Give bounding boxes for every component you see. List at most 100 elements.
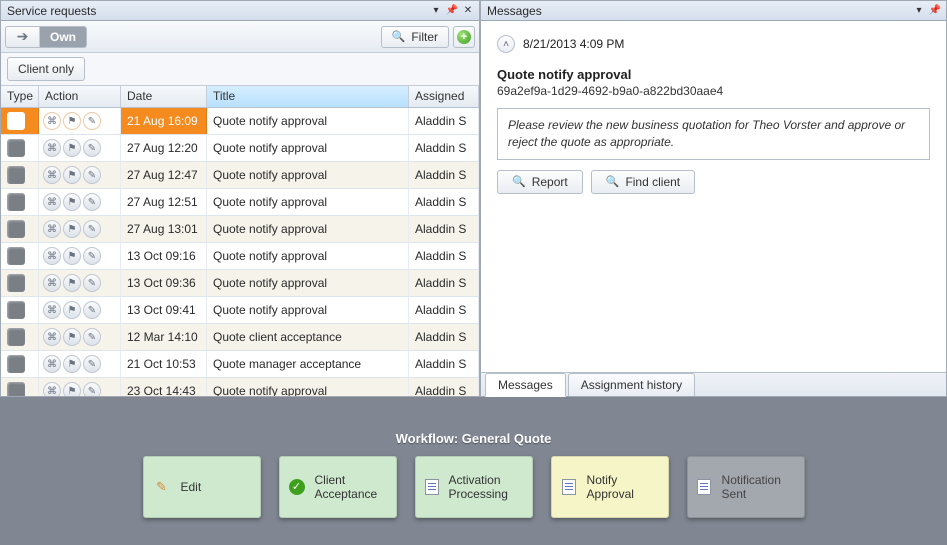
table-row[interactable]: ⌘⚑✎27 Aug 12:51Quote notify approvalAlad… — [1, 189, 479, 216]
tab-assignment-history[interactable]: Assignment history — [568, 373, 695, 396]
attachment-icon[interactable]: ⌘ — [43, 139, 61, 157]
table-row[interactable]: ⌘⚑✎21 Aug 16:09Quote notify approvalAlad… — [1, 108, 479, 135]
col-date[interactable]: Date — [121, 86, 207, 107]
workflow-cards: ✎ Edit ✓ Client Acceptance Activation Pr… — [143, 456, 805, 518]
report-label: Report — [532, 175, 568, 189]
flag-icon[interactable]: ⚑ — [63, 301, 81, 319]
attachment-icon[interactable]: ⌘ — [43, 382, 61, 396]
table-row[interactable]: ⌘⚑✎27 Aug 12:20Quote notify approvalAlad… — [1, 135, 479, 162]
workflow-card-client-acceptance[interactable]: ✓ Client Acceptance — [279, 456, 397, 518]
arrow-right-icon: ➔ — [6, 27, 40, 47]
cell-date: 27 Aug 12:47 — [121, 162, 207, 188]
edit-icon[interactable]: ✎ — [83, 247, 101, 265]
edit-icon[interactable]: ✎ — [83, 220, 101, 238]
flag-icon[interactable]: ⚑ — [63, 274, 81, 292]
flag-icon[interactable]: ⚑ — [63, 112, 81, 130]
cell-assigned: Aladdin S — [409, 162, 479, 188]
edit-icon[interactable]: ✎ — [83, 166, 101, 184]
find-client-button[interactable]: 🔍 Find client — [591, 170, 695, 194]
dropdown-icon[interactable]: ▾ — [912, 4, 926, 18]
add-button[interactable]: + — [453, 26, 475, 48]
document-icon — [425, 478, 439, 496]
attachment-icon[interactable]: ⌘ — [43, 274, 61, 292]
close-icon[interactable]: ✕ — [461, 4, 475, 18]
flag-icon[interactable]: ⚑ — [63, 328, 81, 346]
client-only-button[interactable]: Client only — [7, 57, 85, 81]
type-icon — [7, 139, 25, 157]
service-requests-title: Service requests — [7, 4, 96, 18]
attachment-icon[interactable]: ⌘ — [43, 193, 61, 211]
workflow-card-activation[interactable]: Activation Processing — [415, 456, 533, 518]
attachment-icon[interactable]: ⌘ — [43, 355, 61, 373]
filter-button[interactable]: 🔍 Filter — [381, 26, 449, 48]
edit-icon[interactable]: ✎ — [83, 355, 101, 373]
table-row[interactable]: ⌘⚑✎21 Oct 10:53Quote manager acceptanceA… — [1, 351, 479, 378]
attachment-icon[interactable]: ⌘ — [43, 328, 61, 346]
type-icon — [7, 247, 25, 265]
attachment-icon[interactable]: ⌘ — [43, 301, 61, 319]
find-client-label: Find client — [625, 175, 680, 189]
table-row[interactable]: ⌘⚑✎12 Mar 14:10Quote client acceptanceAl… — [1, 324, 479, 351]
col-assigned[interactable]: Assigned — [409, 86, 479, 107]
service-requests-header: Service requests ▾ 📌 ✕ — [1, 1, 479, 21]
col-title[interactable]: Title — [207, 86, 409, 107]
own-toggle[interactable]: ➔ Own — [5, 26, 87, 48]
cell-date: 13 Oct 09:16 — [121, 243, 207, 269]
messages-panel: Messages ▾ 📌 ˄ 8/21/2013 4:09 PM Quote n… — [480, 0, 947, 397]
cell-title: Quote notify approval — [207, 297, 409, 323]
pin-icon[interactable]: 📌 — [445, 4, 459, 18]
edit-icon[interactable]: ✎ — [83, 139, 101, 157]
table-row[interactable]: ⌘⚑✎23 Oct 14:43Quote notify approvalAlad… — [1, 378, 479, 396]
table-row[interactable]: ⌘⚑✎13 Oct 09:41Quote notify approvalAlad… — [1, 297, 479, 324]
report-button[interactable]: 🔍 Report — [497, 170, 583, 194]
cell-date: 12 Mar 14:10 — [121, 324, 207, 350]
cell-title: Quote manager acceptance — [207, 351, 409, 377]
table-row[interactable]: ⌘⚑✎13 Oct 09:16Quote notify approvalAlad… — [1, 243, 479, 270]
flag-icon[interactable]: ⚑ — [63, 220, 81, 238]
cell-type — [1, 351, 39, 377]
edit-icon[interactable]: ✎ — [83, 328, 101, 346]
cell-date: 27 Aug 12:51 — [121, 189, 207, 215]
type-icon — [7, 112, 25, 130]
edit-icon[interactable]: ✎ — [83, 301, 101, 319]
attachment-icon[interactable]: ⌘ — [43, 247, 61, 265]
cell-action: ⌘⚑✎ — [39, 162, 121, 188]
table-row[interactable]: ⌘⚑✎27 Aug 12:47Quote notify approvalAlad… — [1, 162, 479, 189]
messages-tabs: Messages Assignment history — [481, 372, 946, 396]
flag-icon[interactable]: ⚑ — [63, 382, 81, 396]
edit-icon[interactable]: ✎ — [83, 382, 101, 396]
service-requests-toolbar: ➔ Own 🔍 Filter + — [1, 21, 479, 53]
table-row[interactable]: ⌘⚑✎13 Oct 09:36Quote notify approvalAlad… — [1, 270, 479, 297]
attachment-icon[interactable]: ⌘ — [43, 220, 61, 238]
cell-type — [1, 378, 39, 396]
filter-label: Filter — [411, 30, 438, 44]
edit-icon[interactable]: ✎ — [83, 274, 101, 292]
attachment-icon[interactable]: ⌘ — [43, 112, 61, 130]
table-row[interactable]: ⌘⚑✎27 Aug 13:01Quote notify approvalAlad… — [1, 216, 479, 243]
edit-icon[interactable]: ✎ — [83, 193, 101, 211]
flag-icon[interactable]: ⚑ — [63, 247, 81, 265]
flag-icon[interactable]: ⚑ — [63, 355, 81, 373]
col-type[interactable]: Type — [1, 86, 39, 107]
cell-type — [1, 162, 39, 188]
workflow-card-edit[interactable]: ✎ Edit — [143, 456, 261, 518]
pin-icon[interactable]: 📌 — [928, 4, 942, 18]
edit-icon[interactable]: ✎ — [83, 112, 101, 130]
document-icon — [561, 478, 577, 496]
workflow-card-notify[interactable]: Notify Approval — [551, 456, 669, 518]
flag-icon[interactable]: ⚑ — [63, 139, 81, 157]
tab-messages[interactable]: Messages — [485, 373, 566, 397]
dropdown-icon[interactable]: ▾ — [429, 4, 443, 18]
message-title: Quote notify approval — [497, 67, 930, 82]
flag-icon[interactable]: ⚑ — [63, 166, 81, 184]
type-icon — [7, 328, 25, 346]
cell-type — [1, 243, 39, 269]
workflow-card-label: Notify Approval — [587, 473, 659, 501]
col-action[interactable]: Action — [39, 86, 121, 107]
cell-action: ⌘⚑✎ — [39, 243, 121, 269]
collapse-icon[interactable]: ˄ — [497, 35, 515, 53]
workflow-card-notification-sent[interactable]: Notification Sent — [687, 456, 805, 518]
own-label: Own — [40, 27, 86, 47]
attachment-icon[interactable]: ⌘ — [43, 166, 61, 184]
flag-icon[interactable]: ⚑ — [63, 193, 81, 211]
